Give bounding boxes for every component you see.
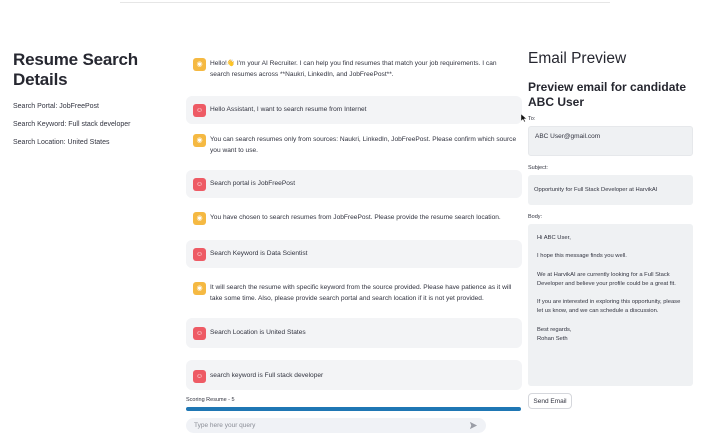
chat-message-text: Search Location is United States <box>210 329 306 336</box>
robot-icon: ◉ <box>193 282 206 295</box>
search-portal-text: Search Portal: JobFreePost <box>13 103 99 110</box>
chat-message-text: You have chosen to search resumes from J… <box>210 214 501 221</box>
send-icon[interactable] <box>468 421 478 431</box>
chat-message-text: It will search the resume with specific … <box>210 284 512 302</box>
body-paragraph: We at HarvikAI are currently looking for… <box>537 271 676 287</box>
body-paragraph: I hope this message finds you well. <box>537 253 627 260</box>
mouse-cursor-icon <box>521 114 527 122</box>
chat-message-assistant: ◉ It will search the resume with specifi… <box>186 282 522 310</box>
email-preview-title: Email Preview <box>528 50 627 67</box>
subject-field[interactable]: Opportunity for Full Stack Developer at … <box>528 175 693 205</box>
chat-message-text: Hello!👋 I'm your AI Recruiter. I can hel… <box>210 60 497 78</box>
chat-message-text: Search portal is JobFreePost <box>210 180 296 187</box>
chat-message-assistant: ◉ You have chosen to search resumes from… <box>186 212 522 230</box>
resume-search-details-panel: Resume Search Details Search Portal: Job… <box>13 50 178 156</box>
to-label: To: <box>528 116 536 122</box>
chat-message-text: Hello Assistant, I want to search resume… <box>210 106 367 113</box>
email-preview-subtitle: Preview email for candidate ABC User <box>528 80 687 109</box>
body-closing: Best regards, <box>537 326 572 333</box>
robot-icon: ◉ <box>193 134 206 147</box>
details-title: Resume Search Details <box>13 50 138 89</box>
search-keyword-text: Search Keyword: Full stack developer <box>13 121 131 128</box>
chat-message-user: ☺ Hello Assistant, I want to search resu… <box>186 96 522 124</box>
search-location-text: Search Location: United States <box>13 139 110 146</box>
chat-message-assistant: ◉ You can search resumes only from sourc… <box>186 134 522 162</box>
smiley-icon: ☺ <box>193 178 206 191</box>
chat-query-input[interactable] <box>194 422 468 429</box>
body-signature: Rohan Seth <box>537 336 568 343</box>
send-email-button[interactable]: Send Email <box>528 393 572 409</box>
email-preview-panel: Email Preview Preview email for candidat… <box>528 50 698 409</box>
smiley-icon: ☺ <box>193 327 206 340</box>
scoring-progress-label: Scoring Resume - 5 <box>186 397 235 403</box>
chat-message-user: ☺ search keyword is Full stack developer <box>186 360 522 390</box>
body-greeting: Hi ABC User, <box>537 235 571 241</box>
to-field[interactable]: ABC User@gmail.com <box>528 126 693 156</box>
scoring-progress-bar <box>186 407 521 411</box>
chat-input-container <box>186 418 486 433</box>
robot-icon: ◉ <box>193 58 206 71</box>
chat-message-assistant: ◉ Hello!👋 I'm your AI Recruiter. I can h… <box>186 58 522 86</box>
chat-message-text: You can search resumes only from sources… <box>210 136 517 154</box>
smiley-icon: ☺ <box>193 248 206 261</box>
body-label: Body: <box>528 214 543 220</box>
body-paragraph: If you are interested in exploring this … <box>537 299 681 315</box>
scoring-progress-fill <box>186 407 521 411</box>
smiley-icon: ☺ <box>193 370 206 383</box>
chat-message-user: ☺ Search Location is United States <box>186 318 522 348</box>
subject-label: Subject: <box>528 165 548 171</box>
top-divider <box>120 2 610 3</box>
chat-message-text: search keyword is Full stack developer <box>210 372 324 379</box>
robot-icon: ◉ <box>193 212 206 225</box>
chat-message-text: Search Keyword is Data Scientist <box>210 250 308 257</box>
smiley-icon: ☺ <box>193 104 206 117</box>
body-field[interactable]: Hi ABC User, I hope this message finds y… <box>528 224 693 386</box>
chat-message-user: ☺ Search Keyword is Data Scientist <box>186 240 522 268</box>
chat-message-user: ☺ Search portal is JobFreePost <box>186 170 522 198</box>
